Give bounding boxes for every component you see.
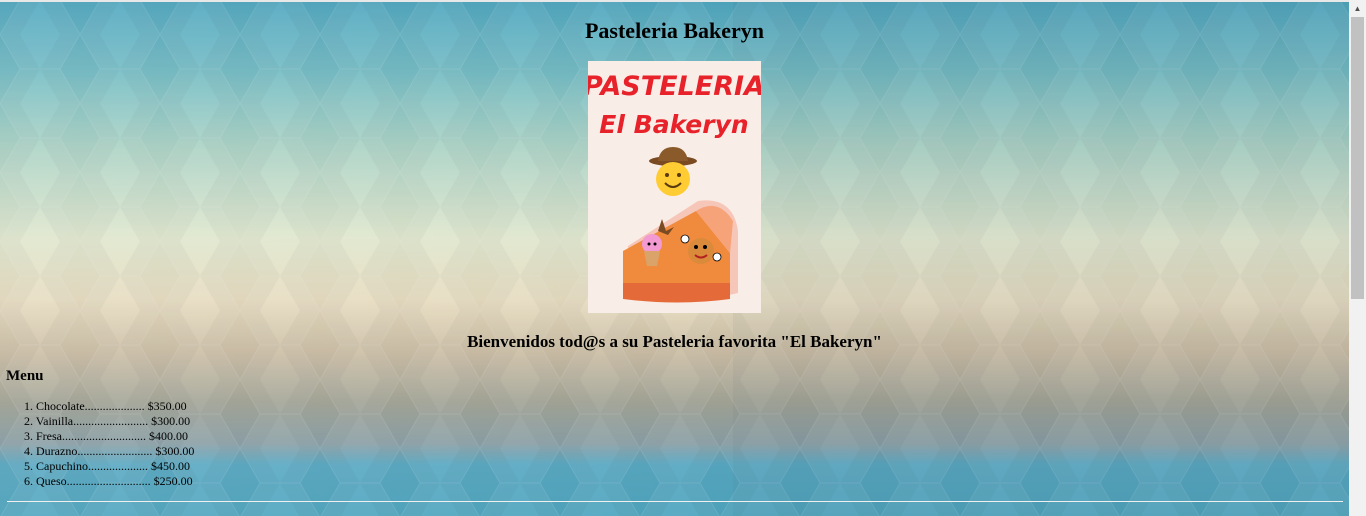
menu-item: 1. Chocolate.................... $350.00 [24, 399, 187, 413]
scroll-up-arrow-icon[interactable]: ▲ [1349, 0, 1366, 17]
page-content: Pasteleria Bakeryn PASTELERIA El Bakeryn [0, 2, 1349, 516]
pie-slice-icon [623, 200, 738, 303]
scrollbar-thumb[interactable] [1351, 17, 1364, 299]
welcome-message: Bienvenidos tod@s a su Pasteleria favori… [467, 332, 882, 351]
logo-line-2: El Bakeryn [599, 110, 748, 139]
menu-list: 1. Chocolate.................... $350.00… [24, 399, 194, 489]
logo-line-1: PASTELERIA [588, 71, 761, 102]
cowboy-smiley-icon [649, 147, 697, 196]
menu-item: 2. Vainilla......................... $30… [24, 414, 191, 428]
horizontal-divider [7, 501, 1343, 502]
bakery-logo: PASTELERIA El Bakeryn [588, 61, 761, 313]
menu-item: 5. Capuchino.................... $450.00 [24, 459, 190, 473]
menu-heading: Menu [6, 368, 44, 384]
page-title: Pasteleria Bakeryn [584, 18, 765, 43]
menu-item: 3. Fresa............................ $40… [24, 429, 188, 443]
menu-item: 4. Durazno......................... $300… [24, 444, 195, 458]
menu-item: 6. Queso............................ $25… [24, 474, 193, 488]
vertical-scrollbar[interactable]: ▲ [1349, 0, 1366, 516]
